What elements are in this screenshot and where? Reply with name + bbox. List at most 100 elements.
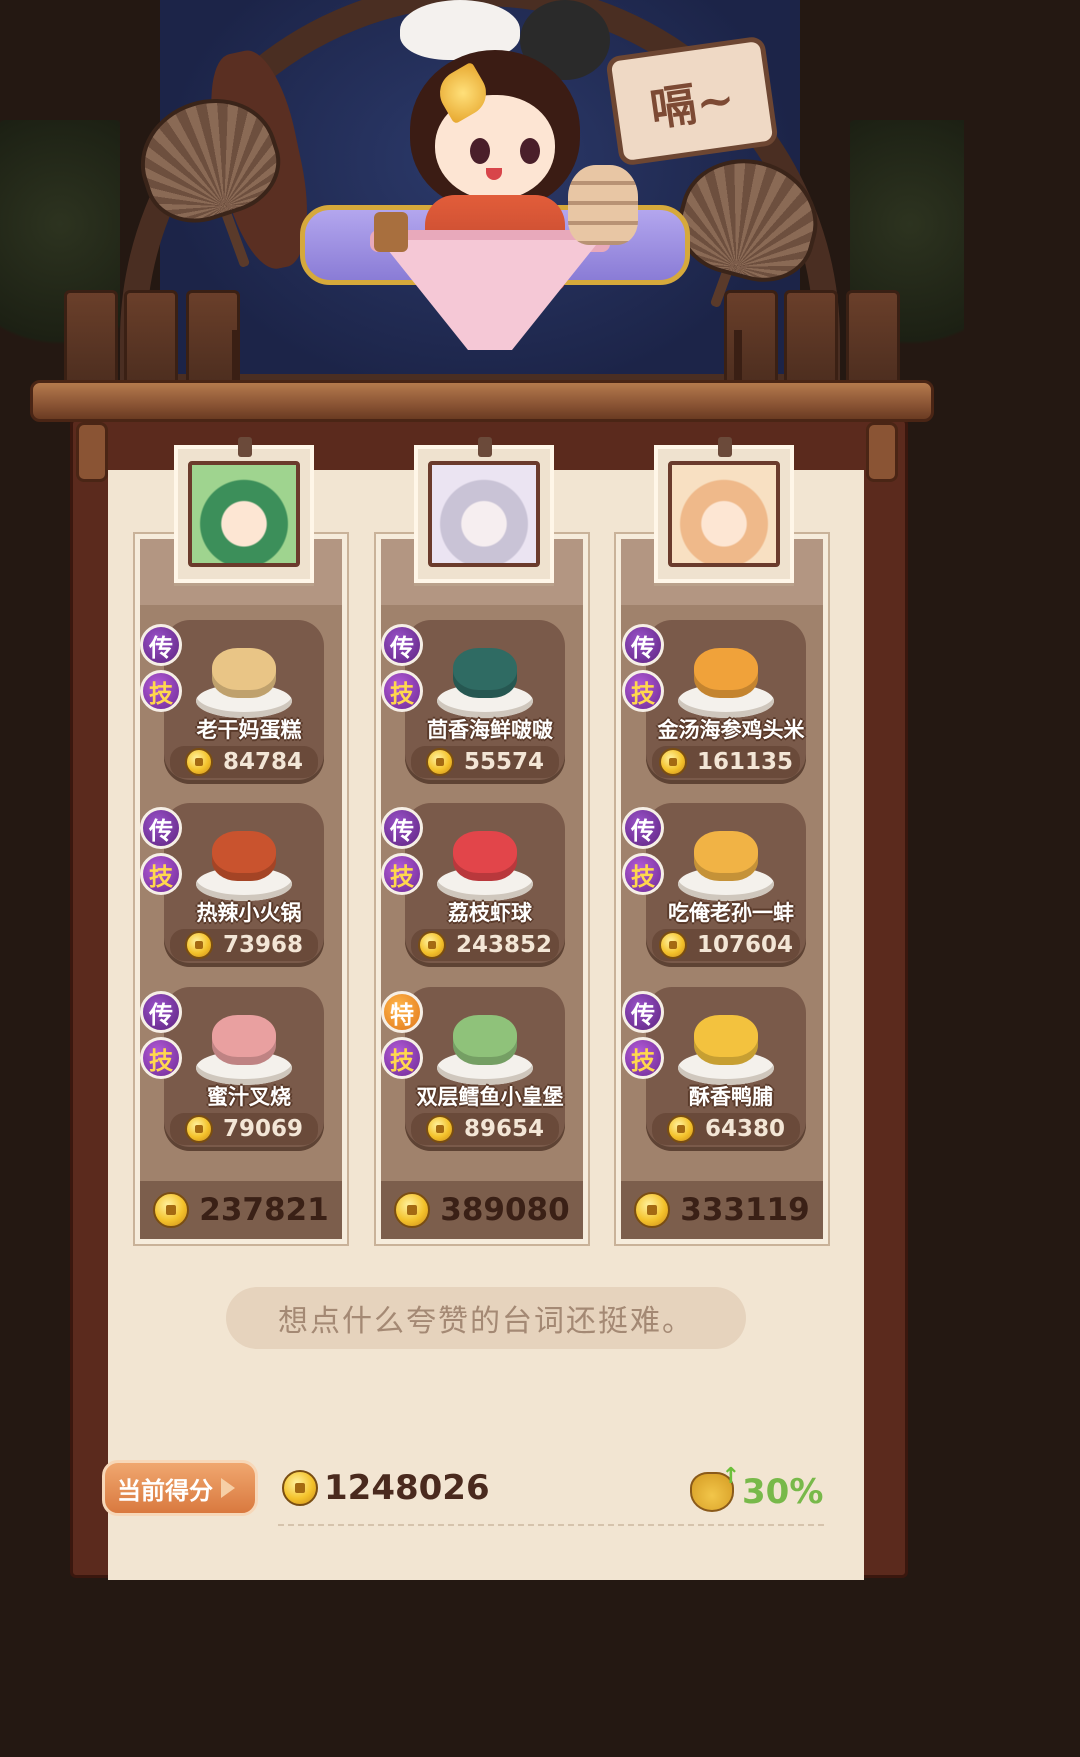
column-total: 333119 [621,1181,823,1239]
skill-badge: 技 [381,670,423,712]
legend-tier-badge: 传 [381,807,423,849]
dish-score-value: 55574 [463,749,545,775]
dish-card[interactable]: 金汤海参鸡头米 161135 传技 [622,620,806,784]
skill-badge: 技 [381,1037,423,1079]
legend-tier-badge: 传 [622,807,664,849]
dish-image [192,813,296,901]
column-total: 389080 [381,1181,583,1239]
dish-score-value: 161135 [696,749,794,775]
kitchen-scene: 嗝~ [0,0,964,420]
stacked-bowls [568,165,638,245]
gold-coin-icon [184,931,213,959]
gold-coin-icon [184,1115,213,1143]
legend-tier-badge: 传 [622,991,664,1033]
column-total-value: 389080 [440,1192,570,1228]
scroll-rod [30,380,934,422]
food [212,648,276,698]
dish-name: 茴香海鲜啵啵 [427,718,553,742]
character-eye [470,138,490,164]
skill-badge: 技 [622,853,664,895]
dish-name: 蜜汁叉烧 [207,1085,291,1109]
food [453,831,517,881]
gold-coin-icon [153,1192,190,1228]
clip [718,437,732,457]
food [212,1015,276,1065]
chef-portrait-1[interactable] [174,437,314,583]
dish-card[interactable]: 蜜汁叉烧 79069 传技 [140,987,324,1151]
dish-score: 73968 [170,929,318,961]
peach-haired-chef-icon [668,461,780,567]
total-score: 1248026 [282,1468,490,1508]
gold-coin-icon [417,931,446,959]
dish-score: 243852 [411,929,559,961]
dish-image [674,813,778,901]
dish-card[interactable]: 茴香海鲜啵啵 55574 传技 [381,620,565,784]
dish-image [192,630,296,718]
dish-card[interactable]: 酥香鸭脯 64380 传技 [622,987,806,1151]
dish-score-value: 107604 [696,932,794,958]
column-total-value: 237821 [199,1192,329,1228]
dish-score-value: 73968 [222,932,304,958]
dish-image [433,813,537,901]
food [694,1015,758,1065]
chef-portrait-3[interactable] [654,437,794,583]
current-score-label: 当前得分 [102,1460,258,1516]
bonus-rate-value: 30% [742,1472,824,1512]
food [694,648,758,698]
skill-badge: 技 [140,670,182,712]
skill-badge: 技 [140,853,182,895]
food [694,831,758,881]
food [453,648,517,698]
dish-score: 89654 [411,1113,559,1145]
total-score-value: 1248026 [324,1468,490,1508]
legend-tier-badge: 传 [140,807,182,849]
dashed-divider [278,1524,824,1526]
rod-knob [866,422,898,482]
dish-name: 酥香鸭脯 [689,1085,773,1109]
dish-score: 79069 [170,1113,318,1145]
dish-name: 金汤海参鸡头米 [657,718,805,742]
skill-badge: 技 [381,853,423,895]
dish-name: 吃俺老孙一蚌 [668,901,794,925]
gold-coin-icon [658,748,687,776]
dish-name: 双层鳕鱼小皇堡 [416,1085,564,1109]
current-score-label-text: 当前得分 [117,1476,213,1505]
special-tier-badge: 特 [381,991,423,1033]
dish-score-value: 89654 [463,1116,545,1142]
money-bag-icon [690,1464,740,1512]
dish-image [674,997,778,1085]
skill-badge: 技 [622,1037,664,1079]
dish-name: 热辣小火锅 [196,901,302,925]
dish-score: 84784 [170,746,318,778]
gold-coin-icon [425,748,454,776]
gold-coin-icon [425,1115,454,1143]
legend-tier-badge: 传 [622,624,664,666]
dish-card[interactable]: 老干妈蛋糕 84784 传技 [140,620,324,784]
chef-portrait-2[interactable] [414,437,554,583]
dish-score-value: 64380 [704,1116,786,1142]
dish-score: 55574 [411,746,559,778]
judge-comment: 想点什么夸赞的台词还挺难。 [226,1287,746,1349]
dish-image [433,630,537,718]
green-haired-chef-icon [188,461,300,567]
dish-card[interactable]: 吃俺老孙一蚌 107604 传技 [622,803,806,967]
gold-coin-icon [394,1192,431,1228]
column-total: 237821 [140,1181,342,1239]
rod-knob [76,422,108,482]
dish-score-value: 243852 [455,932,553,958]
dish-image [674,630,778,718]
brush-cup [374,212,408,252]
column-total-value: 333119 [680,1192,810,1228]
arrow-right-icon [221,1478,235,1498]
skill-badge: 技 [622,670,664,712]
dish-name: 荔枝虾球 [448,901,532,925]
legend-tier-badge: 传 [381,624,423,666]
dish-card[interactable]: 荔枝虾球 243852 传技 [381,803,565,967]
bonus-rate: 30% [690,1464,824,1512]
legend-tier-badge: 传 [140,624,182,666]
food [212,831,276,881]
dish-card[interactable]: 双层鳕鱼小皇堡 89654 特技 [381,987,565,1151]
dish-score-value: 84784 [222,749,304,775]
gold-coin-icon [184,748,213,776]
dish-card[interactable]: 热辣小火锅 73968 传技 [140,803,324,967]
